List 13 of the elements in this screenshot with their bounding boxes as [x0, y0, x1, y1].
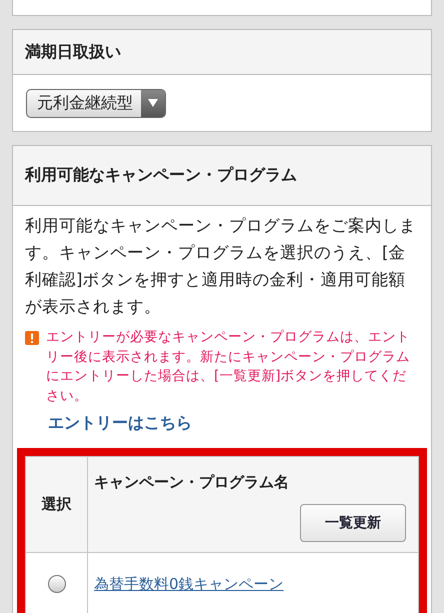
column-header: 選択 — [26, 456, 88, 552]
caret-icon — [141, 90, 165, 116]
dropdown[interactable]: 元利金継続型 — [26, 88, 166, 118]
section-title: 満期日取扱い — [25, 42, 121, 62]
section-title: 利用可能なキャンペーン・プログラム — [25, 165, 297, 186]
description-text: 利用可能なキャンペーン・プログラムをご案内します。キャンペーン・プログラムを選択のうえ、[金利確認]ボタンを押すと適用時の金利・適用可能額が表示されます。 — [25, 215, 417, 318]
column-header: キャンペーン・プログラム名 — [94, 473, 289, 492]
radio-button[interactable] — [48, 575, 66, 594]
entry-link[interactable]: エントリーはこちら — [48, 412, 192, 434]
campaign-link[interactable]: 為替手数料0銭キャンペーン — [94, 574, 284, 592]
refresh-button[interactable]: 一覧更新 — [300, 504, 406, 542]
warning-text: エントリーが必要なキャンペーン・プログラムは、エントリー後に表示されます。新たにキャンペーン・プログラムにエントリーした場合は、[一覧更新]ボタンを押してください。 — [46, 328, 411, 406]
warning-icon — [25, 331, 39, 345]
